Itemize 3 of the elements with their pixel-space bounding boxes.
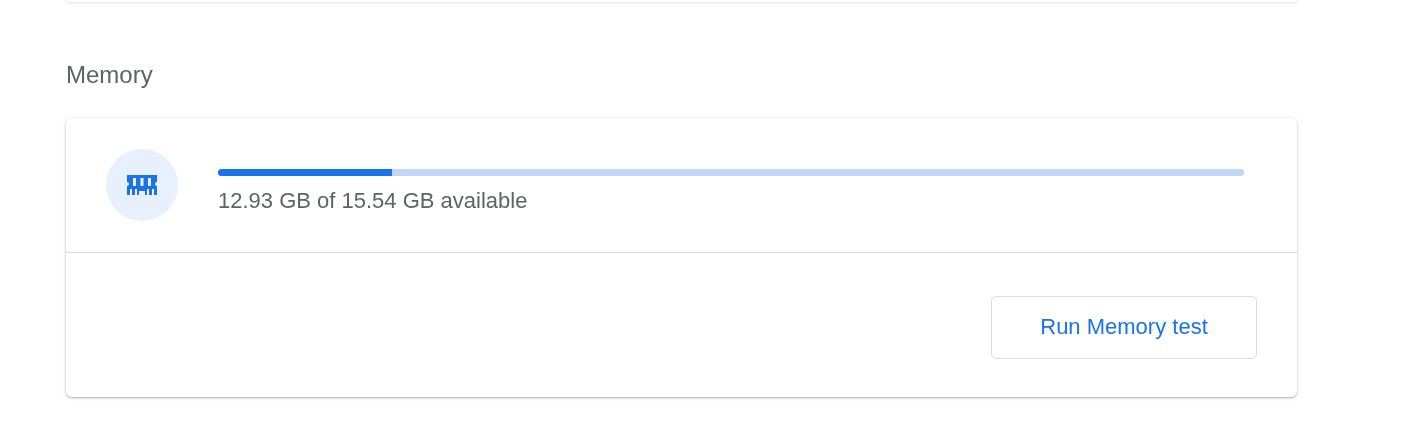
memory-reading: 12.93 GB of 15.54 GB available: [218, 187, 529, 214]
run-test-button[interactable]: Run Memory test: [991, 295, 1257, 359]
section-title: Memory: [65, 60, 154, 90]
